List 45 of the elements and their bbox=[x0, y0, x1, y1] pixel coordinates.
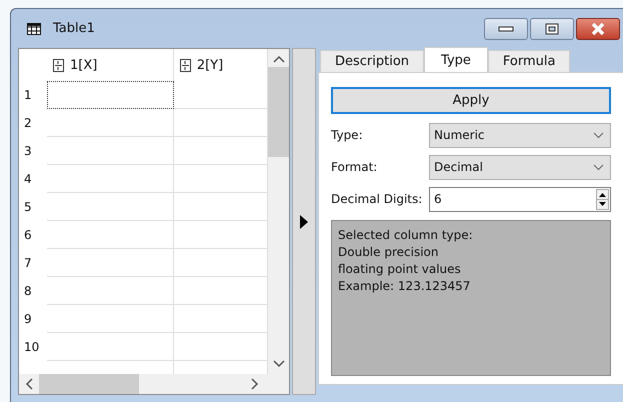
info-text: Example: 123.123457 bbox=[338, 278, 472, 295]
row-number: 5 bbox=[23, 199, 33, 216]
maximize-button[interactable] bbox=[530, 18, 574, 40]
tab[interactable]: Formula bbox=[488, 50, 570, 72]
row-number: 1 bbox=[23, 87, 33, 104]
minimize-button[interactable] bbox=[484, 18, 528, 40]
info-text: Double precision bbox=[338, 244, 440, 261]
scroll-down-icon[interactable] bbox=[272, 360, 284, 368]
tab[interactable]: Type bbox=[424, 47, 488, 72]
row-number: 2 bbox=[23, 115, 33, 132]
window-title: Table1 bbox=[53, 21, 95, 36]
chevron-down-icon bbox=[593, 164, 604, 170]
expand-arrow-icon[interactable] bbox=[300, 214, 308, 228]
field-label: Type: bbox=[331, 128, 364, 142]
apply-button[interactable]: Apply bbox=[331, 87, 611, 114]
close-icon bbox=[590, 22, 606, 36]
close-button[interactable] bbox=[576, 18, 620, 40]
table-icon bbox=[27, 22, 41, 34]
dropdown[interactable]: Decimal bbox=[429, 154, 611, 180]
scroll-left-icon[interactable] bbox=[25, 378, 33, 390]
numeric-column-icon bbox=[53, 58, 64, 72]
info-text: floating point values bbox=[338, 261, 462, 278]
row-number: 7 bbox=[23, 255, 33, 272]
field-label: Decimal Digits: bbox=[331, 192, 424, 206]
field-label: Format: bbox=[331, 160, 378, 174]
row-number: 3 bbox=[23, 143, 33, 160]
row-number: 10 bbox=[23, 339, 40, 356]
row-number: 9 bbox=[23, 311, 33, 328]
tab[interactable]: Description bbox=[320, 50, 424, 72]
minimize-icon bbox=[498, 26, 514, 32]
scroll-right-icon[interactable] bbox=[251, 378, 259, 390]
dropdown[interactable]: Numeric bbox=[429, 122, 611, 148]
spin-arrows-icon[interactable] bbox=[596, 188, 609, 210]
info-text: Selected column type: bbox=[338, 227, 474, 244]
table-cell[interactable] bbox=[47, 81, 174, 109]
column-header[interactable]: 1[X] bbox=[47, 49, 174, 81]
spin-field[interactable]: 6 bbox=[429, 186, 611, 212]
row-number: 4 bbox=[23, 171, 33, 188]
vertical-scrollbar[interactable] bbox=[268, 49, 289, 374]
row-number: 8 bbox=[23, 283, 33, 300]
chevron-down-icon bbox=[593, 132, 604, 138]
scroll-up-icon[interactable] bbox=[272, 55, 284, 63]
row-number: 6 bbox=[23, 227, 33, 244]
numeric-column-icon bbox=[180, 58, 191, 72]
maximize-icon bbox=[545, 23, 559, 35]
